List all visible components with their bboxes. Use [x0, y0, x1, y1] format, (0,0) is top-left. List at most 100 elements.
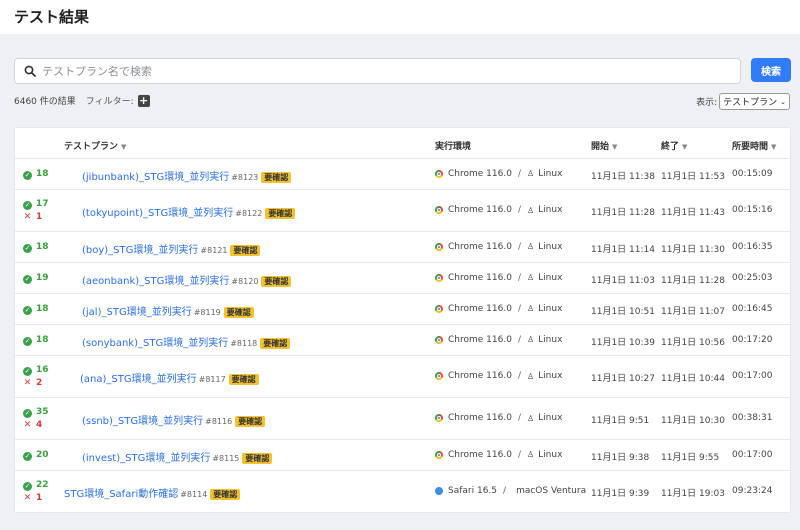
- browser-name: Chrome 116.0: [448, 413, 512, 423]
- column-header-start-label: 開始: [591, 142, 610, 152]
- browser-name: Chrome 116.0: [448, 371, 512, 381]
- display-select[interactable]: テストプラン ⌄: [719, 93, 790, 110]
- display-control: 表示: テストプラン ⌄: [696, 93, 790, 110]
- passed-count: ✓ 18: [23, 303, 49, 316]
- plan-link[interactable]: (aeonbank)_STG環境_並列実行: [82, 276, 229, 287]
- column-header-duration[interactable]: 所要時間 ▼: [732, 139, 776, 152]
- run-number: #8123: [231, 172, 259, 182]
- passed-count: ✓ 18: [23, 241, 49, 254]
- search-input[interactable]: [42, 64, 722, 78]
- table-row[interactable]: ✓ 35 ✕ 4 (ssnb)_STG環境_並列実行 #8116 要確認 Chrome 116…: [15, 398, 790, 440]
- plan-link[interactable]: (boy)_STG環境_並列実行: [82, 245, 198, 256]
- check-circle-icon: ✓: [23, 409, 32, 418]
- linux-icon: ♙: [526, 242, 535, 251]
- start-time: 11月1日 11:14: [591, 244, 655, 255]
- env-cell: Chrome 116.0 / ♙ Linux: [435, 205, 562, 215]
- column-header-start[interactable]: 開始 ▼: [591, 139, 617, 152]
- table-row[interactable]: ✓ 18 (sonybank)_STG環境_並列実行 #8118 要確認 Chrome 1…: [15, 325, 790, 356]
- table-row[interactable]: ✓ 17 ✕ 1 (tokyupoint)_STG環境_並列実行 #8122 要確認 Chro…: [15, 190, 790, 232]
- env-separator: /: [517, 334, 521, 345]
- linux-icon: ♙: [526, 304, 535, 313]
- table-row[interactable]: ✓ 18 (boy)_STG環境_並列実行 #8121 要確認 Chrome 116.0 /…: [15, 232, 790, 263]
- plan-link[interactable]: (tokyupoint)_STG環境_並列実行: [82, 208, 233, 219]
- table-row[interactable]: ✓ 22 ✕ 1 STG環境_Safari動作確認 #8114 要確認 Safari 16.5…: [15, 471, 790, 512]
- add-filter-button[interactable]: +: [137, 94, 150, 107]
- needs-review-badge: 要確認: [228, 374, 259, 385]
- test-status: ✓ 18: [23, 334, 49, 347]
- passed-count: ✓ 35: [23, 406, 49, 419]
- table-row[interactable]: ✓ 16 ✕ 2 (ana)_STG環境_並列実行 #8117 要確認 Chrome 116.…: [15, 356, 790, 398]
- duration: 00:16:45: [732, 303, 773, 314]
- search-button[interactable]: 検索: [751, 58, 791, 82]
- duration: 00:15:16: [732, 205, 773, 215]
- chrome-icon: [435, 450, 443, 459]
- needs-review-badge: 要確認: [210, 489, 241, 500]
- run-number: #8117: [198, 375, 226, 384]
- passed-value: 18: [36, 242, 49, 252]
- start-time: 11月1日 9:39: [591, 489, 650, 499]
- sort-down-icon: ▼: [612, 143, 618, 151]
- env-separator: /: [517, 241, 521, 252]
- passed-count: ✓ 16: [23, 364, 49, 377]
- failed-count: ✕ 1: [23, 492, 49, 505]
- end-time: 11月1日 11:07: [661, 306, 725, 317]
- plan-link[interactable]: (ana)_STG環境_並列実行: [80, 374, 197, 385]
- needs-review-badge: 要確認: [235, 416, 266, 427]
- env-separator: /: [517, 371, 521, 381]
- column-header-end[interactable]: 終了 ▼: [661, 139, 687, 152]
- start-time: 11月1日 11:28: [591, 208, 655, 218]
- plan-link[interactable]: (jal)_STG環境_並列実行: [82, 307, 192, 318]
- start-time: 11月1日 10:39: [591, 337, 655, 348]
- check-circle-icon: ✓: [23, 452, 32, 461]
- display-selected-value: テストプラン: [723, 98, 778, 108]
- test-status: ✓ 35 ✕ 4: [23, 406, 49, 432]
- chrome-icon: [435, 335, 443, 344]
- passed-value: 18: [36, 335, 49, 345]
- needs-review-badge: 要確認: [230, 244, 261, 256]
- table-row[interactable]: ✓ 18 (jibunbank)_STG環境_並列実行 #8123 要確認 Chrome …: [15, 159, 790, 190]
- os-name: Linux: [538, 205, 563, 215]
- test-status: ✓ 16 ✕ 2: [23, 364, 49, 390]
- page-title: テスト結果: [14, 8, 90, 26]
- env-cell: Chrome 116.0 / ♙ Linux: [435, 413, 562, 423]
- env-cell: Chrome 116.0 / ♙ Linux: [435, 450, 562, 460]
- env-separator: /: [517, 205, 521, 215]
- test-status: ✓ 18: [23, 241, 49, 254]
- table-row[interactable]: ✓ 19 (aeonbank)_STG環境_並列実行 #8120 要確認 Chrome 1…: [15, 263, 790, 294]
- plan-link[interactable]: (invest)_STG環境_並列実行: [82, 453, 210, 464]
- env-cell: Chrome 116.0 / ♙ Linux: [435, 273, 562, 283]
- plan-link[interactable]: (sonybank)_STG環境_並列実行: [82, 338, 228, 349]
- browser-name: Chrome 116.0: [448, 205, 512, 215]
- column-header-duration-label: 所要時間: [732, 142, 769, 152]
- test-status: ✓ 19: [23, 272, 49, 285]
- plan-cell: (tokyupoint)_STG環境_並列実行 #8122 要確認: [82, 204, 296, 219]
- result-count: 6460 件の結果: [14, 97, 76, 107]
- failed-value: 4: [36, 420, 43, 430]
- duration: 00:17:00: [732, 449, 773, 460]
- passed-count: ✓ 19: [23, 272, 49, 285]
- browser-name: Chrome 116.0: [448, 334, 512, 345]
- column-header-plan[interactable]: テストプラン ▼: [64, 139, 126, 152]
- display-label: 表示:: [696, 98, 718, 108]
- passed-value: 22: [36, 480, 49, 490]
- start-time: 11月1日 9:38: [591, 452, 650, 463]
- browser-name: Safari 16.5: [448, 486, 498, 496]
- run-number: #8122: [235, 209, 263, 218]
- plan-link[interactable]: STG環境_Safari動作確認: [64, 489, 178, 500]
- check-circle-icon: ✓: [23, 482, 32, 491]
- chrome-icon: [435, 414, 443, 422]
- plan-link[interactable]: (jibunbank)_STG環境_並列実行: [82, 172, 229, 183]
- browser-name: Chrome 116.0: [448, 449, 512, 460]
- failed-count: ✕ 4: [23, 419, 49, 432]
- needs-review-badge: 要確認: [260, 337, 291, 349]
- run-number: #8119: [193, 307, 221, 317]
- os-name: Linux: [538, 303, 563, 314]
- plan-link[interactable]: (ssnb)_STG環境_並列実行: [82, 416, 203, 427]
- needs-review-badge: 要確認: [261, 171, 292, 183]
- passed-value: 35: [36, 407, 49, 417]
- filter-label: フィルター:: [85, 97, 134, 107]
- search-box[interactable]: [14, 58, 741, 84]
- passed-value: 20: [36, 450, 49, 460]
- table-row[interactable]: ✓ 20 (invest)_STG環境_並列実行 #8115 要確認 Chrome 116…: [15, 440, 790, 471]
- table-row[interactable]: ✓ 18 (jal)_STG環境_並列実行 #8119 要確認 Chrome 116.0 /…: [15, 294, 790, 325]
